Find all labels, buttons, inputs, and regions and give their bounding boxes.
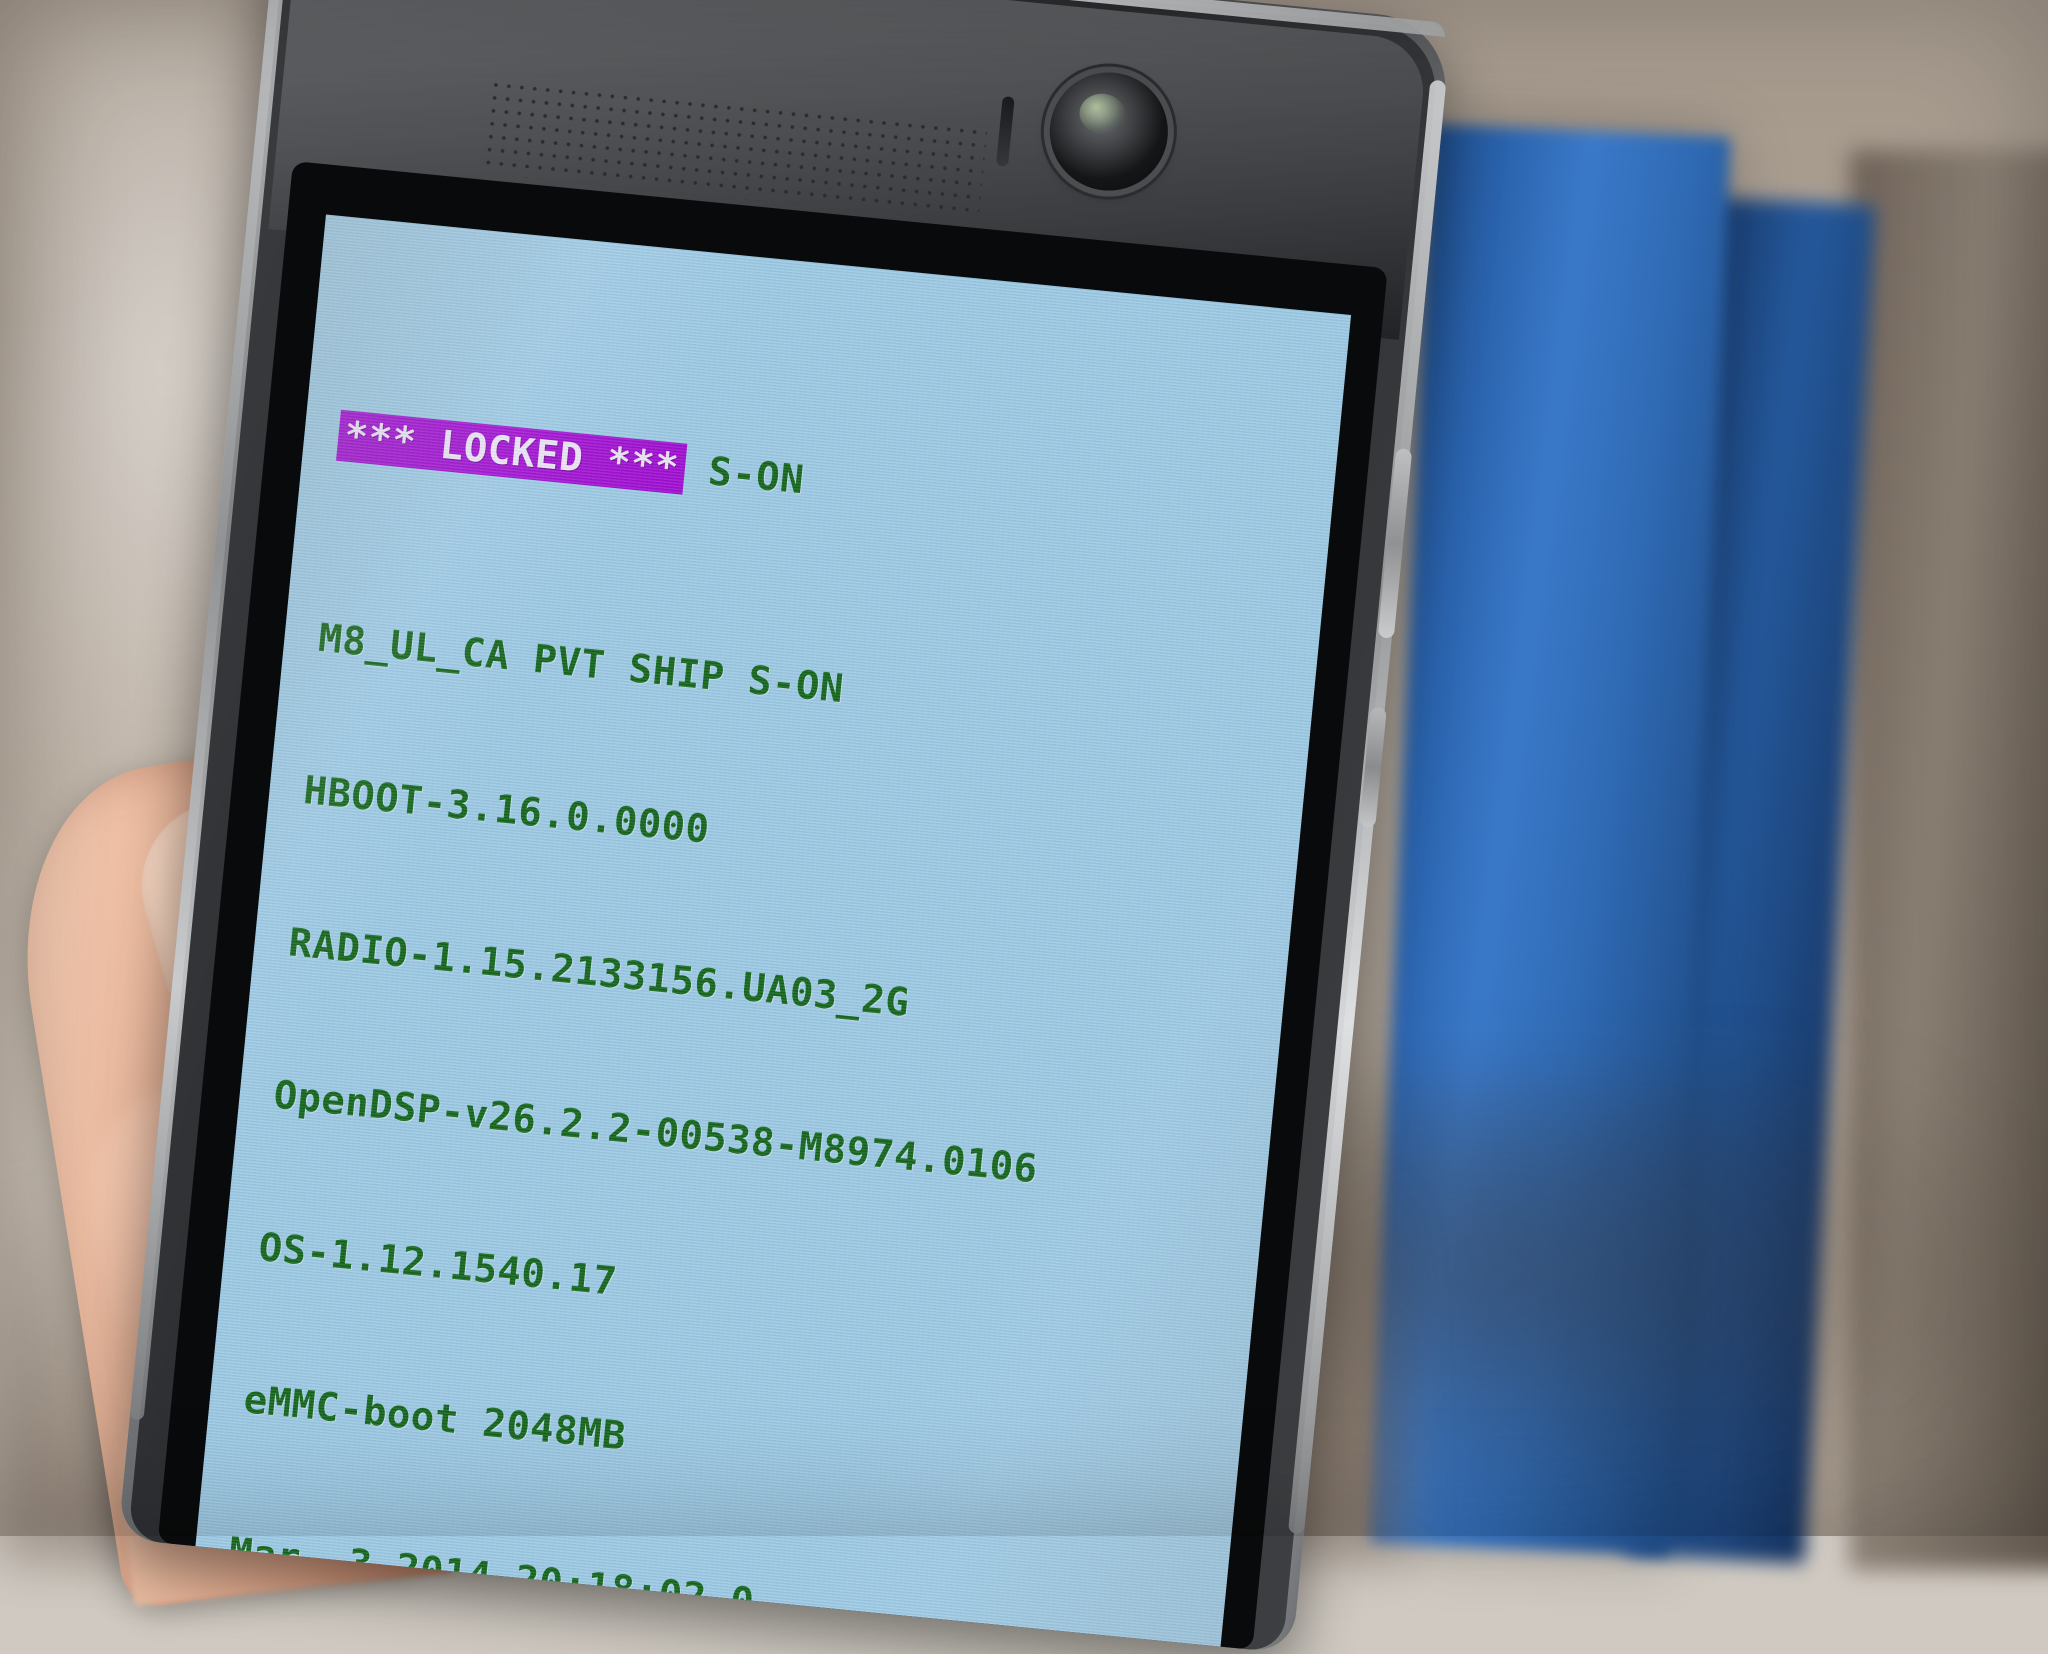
locked-line-suffix: S-ON (682, 446, 807, 504)
bootloader-console: *** LOCKED *** S-ON M8_UL_CA PVT SHIP S-… (195, 258, 1337, 1647)
info-line-radio: RADIO-1.15.2133156.UA03_2G (286, 920, 912, 1027)
info-line-model: M8_UL_CA PVT SHIP S-ON (316, 615, 846, 713)
bootloader-screen[interactable]: *** LOCKED *** S-ON M8_UL_CA PVT SHIP S-… (195, 214, 1352, 1647)
locked-banner: *** LOCKED *** (336, 409, 688, 495)
info-line-opendsp: OpenDSP-v26.2.2-00538-M8974.0106 (271, 1072, 1040, 1193)
info-line-hboot: HBOOT-3.16.0.0000 (301, 768, 712, 853)
phone-device: *** LOCKED *** S-ON M8_UL_CA PVT SHIP S-… (117, 0, 1453, 1654)
info-line-builddate: Mar 3 2014,20:18:02.0 (226, 1529, 757, 1626)
info-line-os: OS-1.12.1540.17 (256, 1224, 620, 1305)
info-line-emmc: eMMC-boot 2048MB (241, 1377, 629, 1460)
locked-status-line: *** LOCKED *** S-ON (336, 409, 1322, 557)
